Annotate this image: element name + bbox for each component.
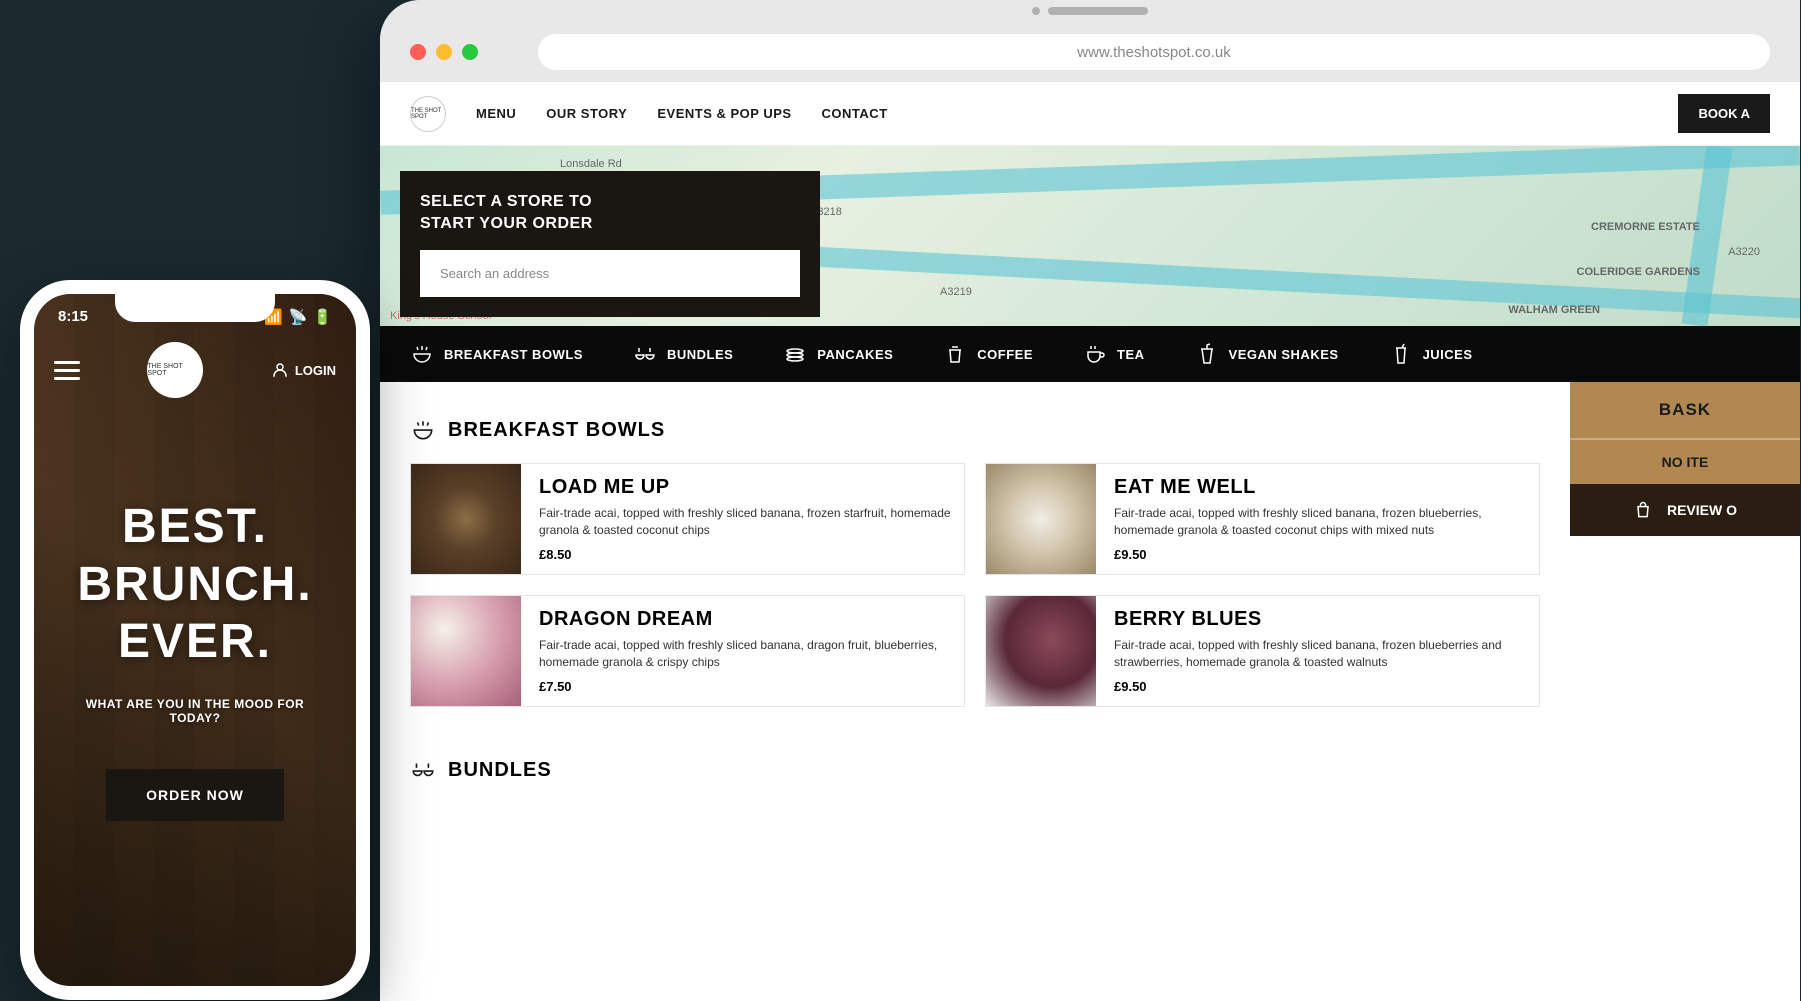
menu-item-load-me-up[interactable]: LOAD ME UP Fair-trade acai, topped with …	[410, 463, 965, 575]
user-icon	[271, 361, 289, 379]
category-bundles[interactable]: BUNDLES	[633, 342, 733, 366]
phone-header: THE SHOT SPOT LOGIN	[34, 334, 356, 418]
store-selector-title: SELECT A STORE TO START YOUR ORDER	[420, 191, 800, 236]
map-label: A3219	[940, 286, 972, 298]
bundle-icon	[633, 342, 657, 366]
url-bar[interactable]: www.theshotspot.co.uk	[538, 34, 1770, 70]
map-label: WALHAM GREEN	[1508, 304, 1600, 316]
hero-title: BEST. BRUNCH. EVER.	[64, 498, 326, 671]
map[interactable]: Lonsdale Rd CREMORNE ESTATE COLERIDGE GA…	[380, 146, 1800, 326]
category-pancakes[interactable]: PANCAKES	[783, 342, 893, 366]
nav-events[interactable]: EVENTS & POP UPS	[657, 106, 791, 121]
menu-item-berry-blues[interactable]: BERRY BLUES Fair-trade acai, topped with…	[985, 595, 1540, 707]
traffic-lights	[410, 44, 478, 60]
login-button[interactable]: LOGIN	[271, 361, 336, 379]
bowl-icon	[410, 417, 436, 443]
menu-item-price: £9.50	[1114, 679, 1529, 694]
menu-main: BREAKFAST BOWLS LOAD ME UP Fair-trade ac…	[380, 382, 1570, 838]
brand-logo[interactable]: THE SHOT SPOT	[147, 342, 203, 398]
shake-icon	[1195, 342, 1219, 366]
basket-title: BASK	[1570, 382, 1800, 438]
address-search-input[interactable]: Search an address	[420, 250, 800, 297]
menu-item-price: £7.50	[539, 679, 954, 694]
menu-item-title: BERRY BLUES	[1114, 608, 1529, 631]
menu-item-price: £9.50	[1114, 547, 1529, 562]
basket-sidebar: BASK NO ITE REVIEW O	[1570, 382, 1800, 838]
category-juices[interactable]: JUICES	[1389, 342, 1473, 366]
browser-viewport: THE SHOT SPOT MENU OUR STORY EVENTS & PO…	[380, 82, 1800, 1001]
juice-icon	[1389, 342, 1413, 366]
bowl-icon	[410, 342, 434, 366]
menu-item-dragon-dream[interactable]: DRAGON DREAM Fair-trade acai, topped wit…	[410, 595, 965, 707]
category-vegan-shakes[interactable]: VEGAN SHAKES	[1195, 342, 1339, 366]
hero-section: BEST. BRUNCH. EVER. WHAT ARE YOU IN THE …	[34, 418, 356, 861]
hero-subtitle: WHAT ARE YOU IN THE MOOD FOR TODAY?	[64, 697, 326, 725]
maximize-icon[interactable]	[462, 44, 478, 60]
close-icon[interactable]	[410, 44, 426, 60]
section-header-bundles: BUNDLES	[410, 757, 1540, 783]
nav-menu[interactable]: MENU	[476, 106, 516, 121]
menu-item-price: £8.50	[539, 547, 954, 562]
nav-our-story[interactable]: OUR STORY	[546, 106, 627, 121]
map-label: CREMORNE ESTATE	[1591, 221, 1700, 233]
menu-item-title: EAT ME WELL	[1114, 476, 1529, 499]
laptop-notch-bar	[380, 0, 1800, 22]
phone-notch	[115, 294, 275, 322]
phone-mockup: 8:15 📶 📡 🔋 THE SHOT SPOT LOGIN BEST. BRU…	[20, 280, 370, 1000]
book-button[interactable]: BOOK A	[1678, 94, 1770, 133]
tea-icon	[1083, 342, 1107, 366]
menu-item-image	[411, 596, 521, 706]
category-coffee[interactable]: COFFEE	[943, 342, 1033, 366]
menu-item-description: Fair-trade acai, topped with freshly sli…	[539, 637, 954, 671]
menu-item-title: LOAD ME UP	[539, 476, 954, 499]
hamburger-icon[interactable]	[54, 361, 80, 380]
nav-contact[interactable]: CONTACT	[822, 106, 888, 121]
menu-item-description: Fair-trade acai, topped with freshly sli…	[539, 505, 954, 539]
laptop-mockup: www.theshotspot.co.uk THE SHOT SPOT MENU…	[380, 0, 1800, 1001]
minimize-icon[interactable]	[436, 44, 452, 60]
order-now-button[interactable]: ORDER NOW	[106, 769, 284, 821]
menu-item-image	[986, 464, 1096, 574]
menu-item-title: DRAGON DREAM	[539, 608, 954, 631]
brand-logo[interactable]: THE SHOT SPOT	[410, 96, 446, 132]
category-tea[interactable]: TEA	[1083, 342, 1145, 366]
wifi-icon: 📡	[289, 308, 308, 326]
category-breakfast-bowls[interactable]: BREAKFAST BOWLS	[410, 342, 583, 366]
menu-item-image	[986, 596, 1096, 706]
pancakes-icon	[783, 342, 807, 366]
store-selector-panel: SELECT A STORE TO START YOUR ORDER Searc…	[400, 171, 820, 317]
menu-item-image	[411, 464, 521, 574]
category-bar: BREAKFAST BOWLS BUNDLES PANCAKES COFFEE …	[380, 326, 1800, 382]
battery-icon: 🔋	[313, 308, 332, 326]
bag-icon	[1633, 500, 1653, 520]
coffee-icon	[943, 342, 967, 366]
browser-chrome: www.theshotspot.co.uk	[380, 22, 1800, 82]
basket-empty-text: NO ITE	[1570, 438, 1800, 484]
menu-item-description: Fair-trade acai, topped with freshly sli…	[1114, 637, 1529, 671]
bundle-icon	[410, 757, 436, 783]
map-label: Lonsdale Rd	[560, 158, 622, 170]
map-label: COLERIDGE GARDENS	[1577, 266, 1700, 278]
desktop-nav: THE SHOT SPOT MENU OUR STORY EVENTS & PO…	[380, 82, 1800, 146]
section-header-breakfast-bowls: BREAKFAST BOWLS	[410, 417, 1540, 443]
map-label: A3220	[1728, 246, 1760, 258]
status-time: 8:15	[58, 308, 88, 326]
review-order-button[interactable]: REVIEW O	[1570, 484, 1800, 536]
menu-item-description: Fair-trade acai, topped with freshly sli…	[1114, 505, 1529, 539]
menu-item-eat-me-well[interactable]: EAT ME WELL Fair-trade acai, topped with…	[985, 463, 1540, 575]
